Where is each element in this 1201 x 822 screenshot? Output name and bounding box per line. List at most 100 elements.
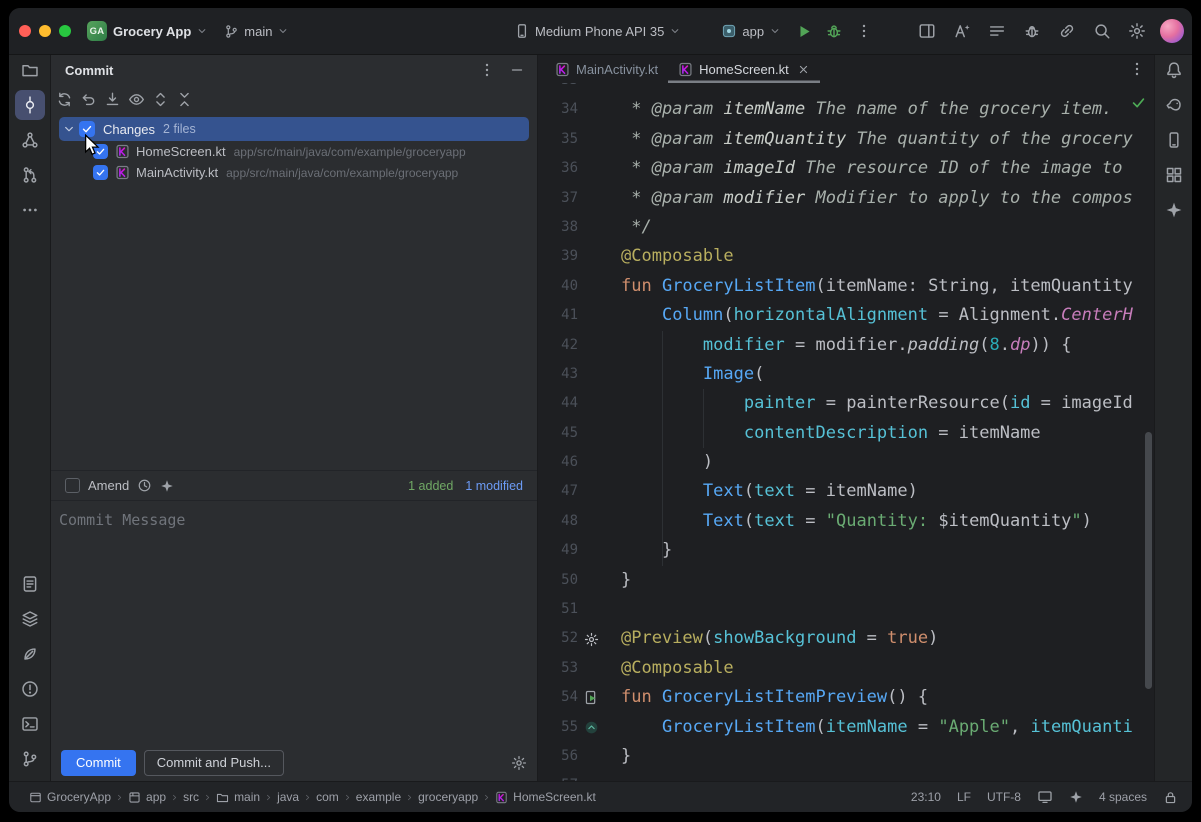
code-line-48: 48 Text(text = "Quantity: $itemQuantity"… [538,507,1154,536]
changes-checkbox[interactable] [79,121,95,137]
inspections-ok-icon[interactable] [1131,95,1146,110]
close-tab-icon[interactable] [797,63,810,76]
gradle-tool-button[interactable] [1159,90,1189,120]
file-row-MainActivity.kt[interactable]: MainActivity.ktapp/src/main/java/com/exa… [51,162,537,183]
line-number: 40 [538,272,578,301]
file-row-HomeScreen.kt[interactable]: HomeScreen.ktapp/src/main/java/com/examp… [51,141,537,162]
line-number: 34 [538,95,578,124]
more-tools-tool-button[interactable] [15,195,45,225]
app-inspection-button[interactable] [1014,16,1049,46]
version-control-tool-button[interactable] [15,744,45,774]
refresh-button[interactable] [52,87,76,111]
tab-options-icon[interactable] [1128,60,1146,78]
breadcrumb-groceryapp[interactable]: groceryapp [418,790,478,804]
commit-settings-icon[interactable] [511,755,527,771]
right-toolstrip [1154,55,1192,781]
line-ending[interactable]: LF [957,790,971,804]
preview-diff-button[interactable] [124,87,148,111]
gutter [578,507,604,536]
code-text: */ [621,213,652,242]
expand-chevron-icon[interactable] [61,122,77,136]
commit-tool-button[interactable] [15,90,45,120]
terminal-tool-button[interactable] [15,709,45,739]
logcat-button[interactable] [979,16,1014,46]
gemini-tool-button[interactable] [1159,195,1189,225]
collapse-all-button[interactable] [172,87,196,111]
rollback-button[interactable] [76,87,100,111]
expand-all-button[interactable] [148,87,172,111]
download-button[interactable] [100,87,124,111]
more-run-options-button[interactable] [849,16,879,46]
zoom-button[interactable] [59,25,71,37]
commit-message-input[interactable]: Commit Message [51,500,537,744]
breadcrumb-GroceryApp[interactable]: GroceryApp [29,790,111,804]
code-line-39: 39@Composable [538,242,1154,271]
minimize-button[interactable] [39,25,51,37]
lock-icon[interactable] [1163,790,1178,805]
panel-options-icon[interactable] [479,62,495,78]
breadcrumb-java[interactable]: java [277,790,299,804]
pull-requests-tool-button[interactable] [15,160,45,190]
file-encoding[interactable]: UTF-8 [987,790,1021,804]
ai-commit-message-icon[interactable] [160,479,174,493]
gemini-status-icon[interactable] [1069,790,1083,804]
commit-button[interactable]: Commit [61,750,136,776]
changes-root-row[interactable]: Changes 2 files [59,117,529,141]
run-preview-icon[interactable] [584,690,599,705]
breadcrumb-src[interactable]: src [183,790,199,804]
breadcrumb-example[interactable]: example [356,790,401,804]
commit-history-icon[interactable] [137,478,152,493]
breadcrumb-com[interactable]: com [316,790,339,804]
build-variants-tool-button[interactable] [15,604,45,634]
breadcrumb-main[interactable]: main [216,790,260,804]
commit-and-push-button[interactable]: Commit and Push... [144,750,284,776]
android-studio-window: GA Grocery App main Medium Phone API 35 … [9,8,1192,812]
code-text: Text(text = itemName) [621,477,918,506]
deploy-preview-icon[interactable] [584,720,599,735]
project-selector[interactable]: Grocery App [113,24,208,39]
screen-sharing-icon[interactable] [1037,789,1053,805]
cursor-position[interactable]: 23:10 [911,790,941,804]
device-selector[interactable]: Medium Phone API 35 [514,23,681,39]
run-button[interactable] [789,16,819,46]
code-line-35: 35 * @param itemQuantity The quantity of… [538,125,1154,154]
tab-MainActivity.kt[interactable]: MainActivity.kt [545,55,668,83]
debug-button[interactable] [819,16,849,46]
file-checkbox[interactable] [93,144,108,159]
resource-manager-tool-button[interactable] [1159,160,1189,190]
breadcrumb-app[interactable]: app [128,790,166,804]
code-line-33: 33 [538,83,1154,95]
breadcrumb-label: main [234,790,260,804]
close-button[interactable] [19,25,31,37]
settings-button[interactable] [1119,16,1154,46]
file-checkbox[interactable] [93,165,108,180]
search-button[interactable] [1084,16,1119,46]
traffic-lights [19,25,71,37]
breadcrumb-HomeScreen.kt[interactable]: HomeScreen.kt [495,790,596,804]
indent-setting[interactable]: 4 spaces [1099,790,1147,804]
download-icon [104,91,121,108]
editor-scrollbar[interactable] [1145,432,1152,689]
amend-checkbox[interactable] [65,478,80,493]
code-text: @Composable [621,654,734,683]
project-tool-button[interactable] [15,55,45,85]
avatar[interactable] [1160,19,1184,43]
code-editor[interactable]: 3334 * @param itemName The name of the g… [538,83,1154,781]
notifications-tool-button[interactable] [1159,55,1189,85]
running-devices-button[interactable] [909,16,944,46]
problems-tool-button[interactable] [15,674,45,704]
code-line-54: 54fun GroceryListItemPreview() { [538,683,1154,712]
todo-tool-button[interactable] [15,569,45,599]
tab-HomeScreen.kt[interactable]: HomeScreen.kt [668,55,820,83]
code-text: Text(text = "Quantity: $itemQuantity") [621,507,1092,536]
device-manager-tool-button[interactable] [1159,125,1189,155]
device-pair-button[interactable] [1049,16,1084,46]
run-config-selector[interactable]: app [721,23,781,39]
preview-settings-icon[interactable] [584,632,599,647]
ai-actions-button[interactable] [944,16,979,46]
branch-selector[interactable]: main [224,24,289,39]
code-text: } [621,566,631,595]
structure-tool-button[interactable] [15,125,45,155]
app-insights-tool-button[interactable] [15,639,45,669]
hide-panel-icon[interactable] [509,62,525,78]
